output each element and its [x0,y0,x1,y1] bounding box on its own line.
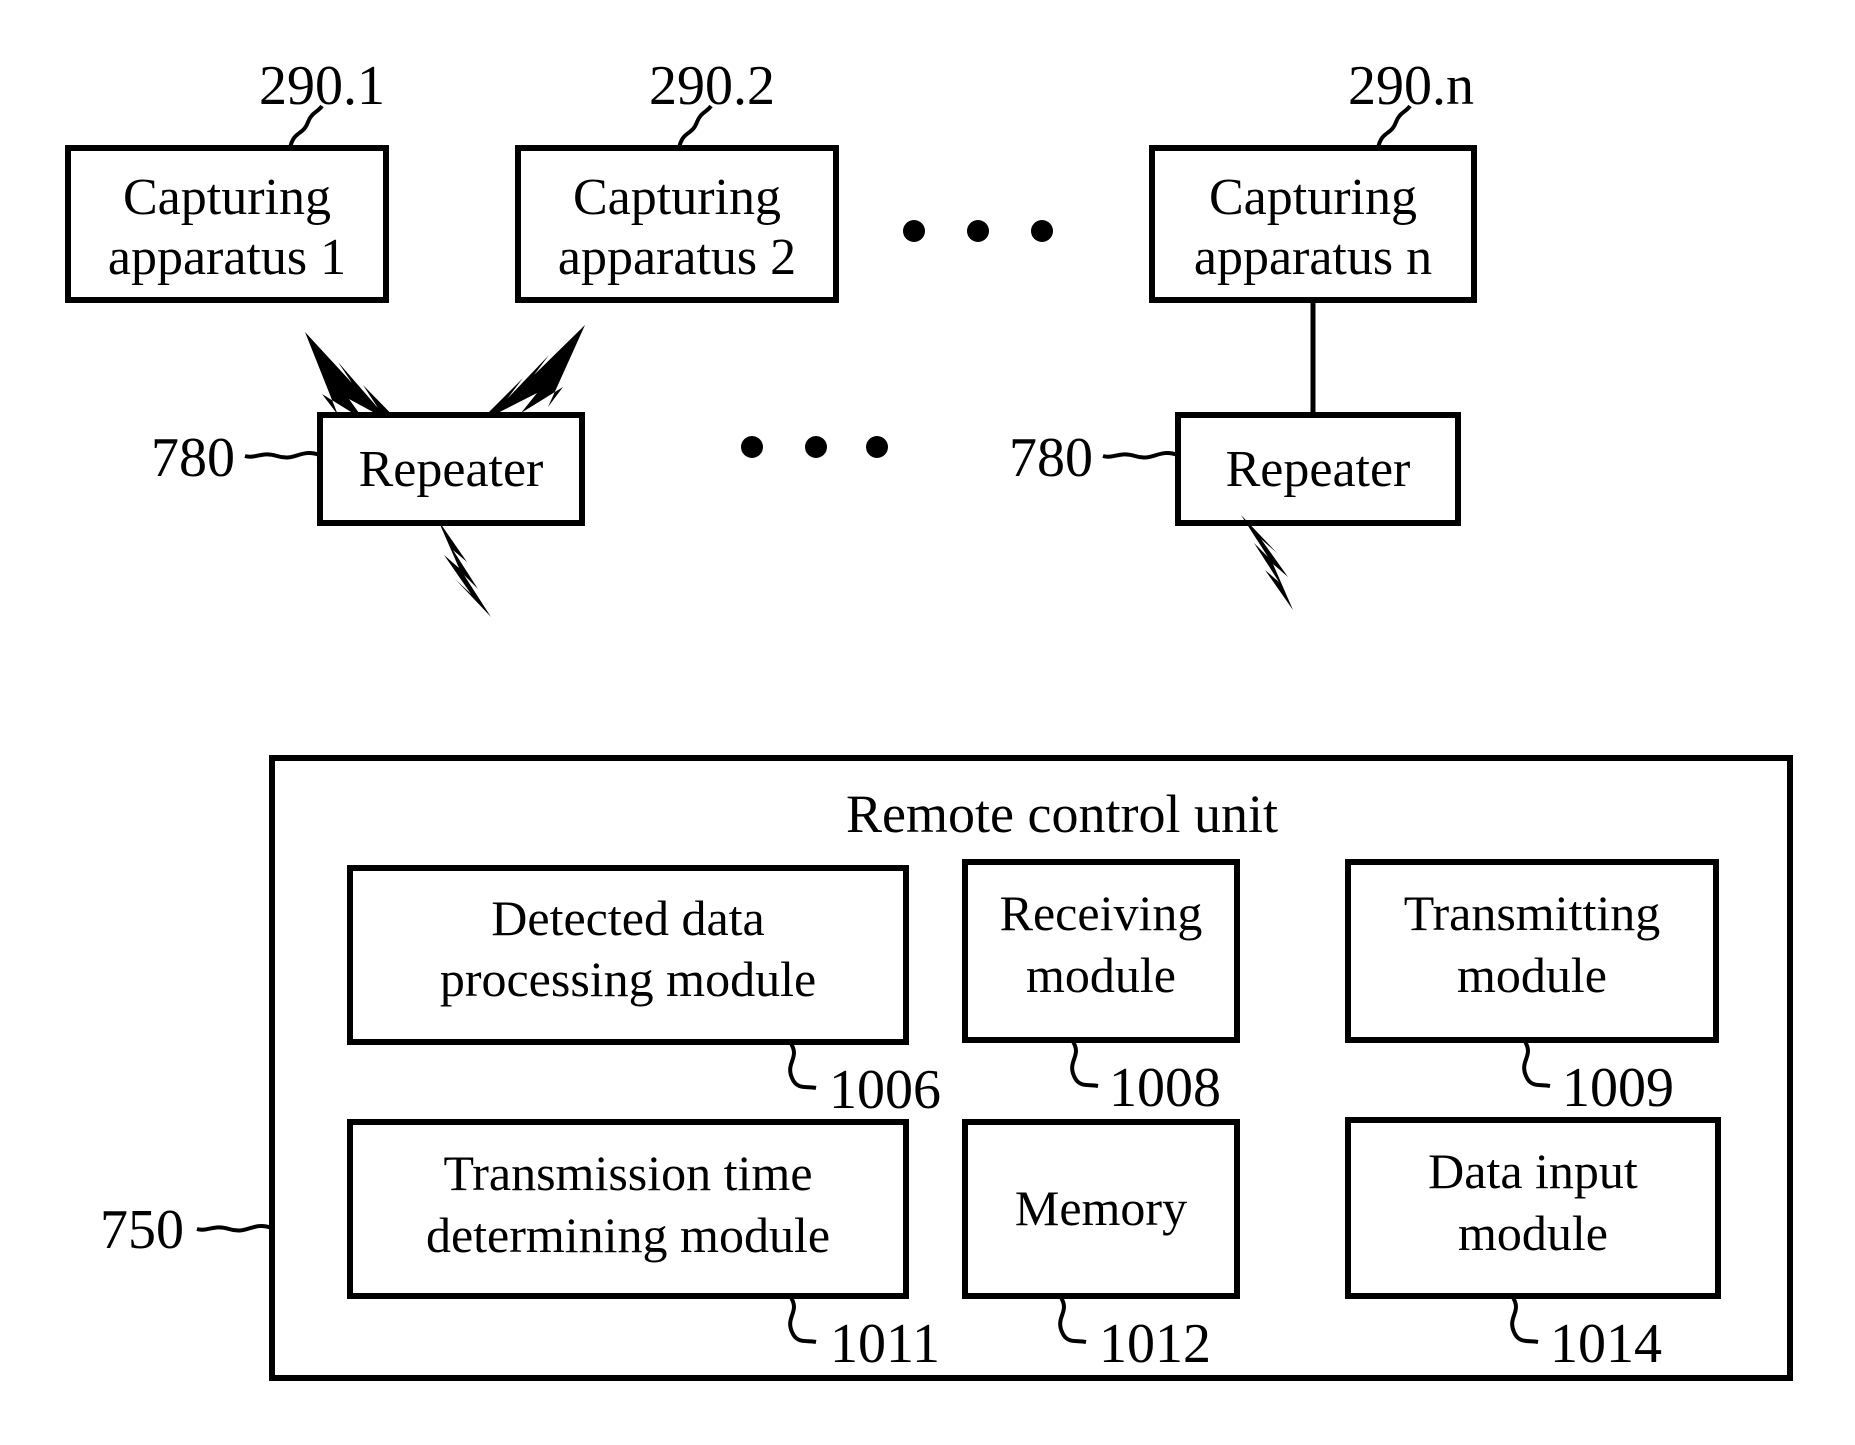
repeater-2-label: Repeater [1226,441,1411,498]
module-data-input-ref: 1014 [1550,1313,1662,1375]
repeater-1-leader-line [244,451,321,460]
capturing-apparatus-1-ref: 290.1 [259,55,385,117]
repeater-row-ellipsis [741,436,888,458]
capturing-apparatus-1-label-line1: Capturing [123,169,331,226]
wireless-link-repeater2-to-control-unit [1241,515,1293,610]
module-data-input-label-line2: module [1458,1205,1608,1261]
module-transmission-time-determining-label-line2: determining module [426,1207,830,1263]
module-transmitting-ref: 1009 [1562,1057,1674,1119]
repeater-1-group[interactable]: Repeater 780 [151,412,585,526]
capturing-apparatus-2-label-line2: apparatus 2 [558,229,796,286]
capturing-apparatus-1-label-line2: apparatus 1 [108,229,346,286]
capturing-apparatus-n-ref: 290.n [1348,55,1474,117]
wireless-link-apparatus2-to-repeater1 [478,325,585,423]
repeater-2-leader-line [1102,451,1179,460]
module-receiving-ref: 1008 [1109,1057,1221,1119]
top-row-ellipsis [903,220,1053,242]
module-memory-label-line1: Memory [1015,1180,1187,1236]
module-data-input-label-line1: Data input [1428,1143,1638,1199]
module-transmitting-label-line1: Transmitting [1404,885,1661,941]
capturing-apparatus-n-label-line2: apparatus n [1194,229,1432,286]
repeater-1-label: Repeater [359,441,544,498]
module-receiving-label-line1: Receiving [1000,885,1203,941]
diagram-canvas: Capturing apparatus 1 290.1 Capturing ap… [65,55,1793,1381]
repeater-2-ref: 780 [1009,427,1093,489]
module-memory-ref: 1012 [1099,1313,1211,1375]
module-transmission-time-determining-label-line1: Transmission time [443,1145,812,1201]
module-transmitting-label-line2: module [1457,947,1607,1003]
capturing-apparatus-n-label-line1: Capturing [1209,169,1417,226]
module-receiving-label-line2: module [1026,947,1176,1003]
capturing-apparatus-n-group[interactable]: 290.n Capturing apparatus n [1149,55,1477,303]
module-detected-data-processing-label-line1: Detected data [491,890,764,946]
capturing-apparatus-2-group[interactable]: Capturing apparatus 2 290.2 [515,55,839,303]
capturing-apparatus-2-ref: 290.2 [649,55,775,117]
capturing-apparatus-2-label-line1: Capturing [573,169,781,226]
module-detected-data-processing-label-line2: processing module [440,951,816,1007]
repeater-1-ref: 780 [151,427,235,489]
capturing-apparatus-1-group[interactable]: Capturing apparatus 1 290.1 [65,55,389,303]
remote-control-unit-ref: 750 [100,1199,184,1261]
patent-figure: Capturing apparatus 1 290.1 Capturing ap… [0,0,1855,1445]
remote-control-unit-title: Remote control unit [846,784,1278,844]
remote-control-unit-leader-line [196,1224,273,1233]
remote-control-unit-group[interactable]: Remote control unit 750 Detected data pr… [100,755,1793,1381]
repeater-2-group[interactable]: Repeater 780 [1009,412,1461,526]
module-detected-data-processing-ref: 1006 [829,1059,941,1121]
wireless-link-repeater1-to-control-unit [438,520,491,617]
module-transmission-time-determining-ref: 1011 [830,1313,940,1375]
